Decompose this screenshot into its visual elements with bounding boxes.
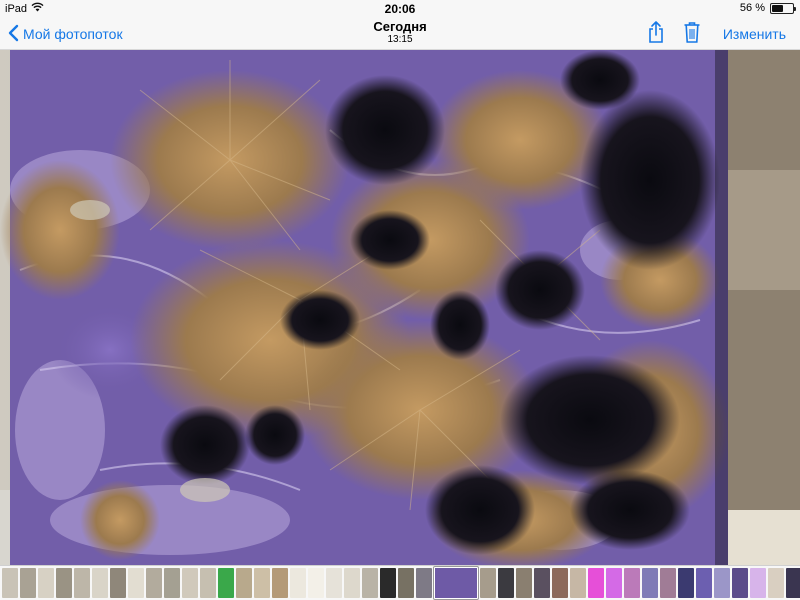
thumbnail[interactable]	[570, 568, 586, 598]
share-button[interactable]	[645, 20, 667, 49]
thumbnail[interactable]	[290, 568, 306, 598]
thumbnail[interactable]	[480, 568, 496, 598]
thumbnail[interactable]	[200, 568, 216, 598]
status-time: 20:06	[384, 2, 416, 16]
nav-actions: Изменить	[645, 20, 786, 49]
thumbnail[interactable]	[218, 568, 234, 598]
thumbnail[interactable]	[498, 568, 514, 598]
thumbnail[interactable]	[552, 568, 568, 598]
thumbnail[interactable]	[254, 568, 270, 598]
thumbnail[interactable]	[588, 568, 604, 598]
thumbnail[interactable]	[642, 568, 658, 598]
thumbnail[interactable]	[750, 568, 766, 598]
thumbnail[interactable]	[714, 568, 730, 598]
thumbnail[interactable]	[110, 568, 126, 598]
thumbnail[interactable]	[660, 568, 676, 598]
thumbnail[interactable]	[56, 568, 72, 598]
thumbnail-strip[interactable]	[0, 565, 800, 600]
thumbnail[interactable]	[20, 568, 36, 598]
thumbnail[interactable]	[362, 568, 378, 598]
delete-button[interactable]	[681, 21, 703, 47]
battery-icon	[770, 2, 796, 14]
back-button-label: Мой фотопоток	[23, 26, 123, 42]
thumbnail[interactable]	[308, 568, 324, 598]
thumbnail[interactable]	[92, 568, 108, 598]
thumbnail[interactable]	[74, 568, 90, 598]
thumbnail[interactable]	[516, 568, 532, 598]
thumbnail[interactable]	[768, 568, 784, 598]
thumbnail[interactable]	[380, 568, 396, 598]
thumbnail[interactable]	[326, 568, 342, 598]
thumbnail[interactable]	[182, 568, 198, 598]
thumbnail[interactable]	[696, 568, 712, 598]
chevron-left-icon	[8, 24, 19, 45]
battery-percentage: 56 %	[739, 2, 765, 14]
photo-viewer[interactable]	[0, 50, 800, 565]
thumbnail[interactable]	[624, 568, 640, 598]
thumbnail[interactable]	[732, 568, 748, 598]
back-button[interactable]: Мой фотопоток	[8, 23, 123, 45]
thumbnail[interactable]	[678, 568, 694, 598]
thumbnail[interactable]	[786, 568, 800, 598]
thumbnail[interactable]	[38, 568, 54, 598]
thumbnail[interactable]	[416, 568, 432, 598]
thumbnail[interactable]	[398, 568, 414, 598]
thumbnail[interactable]	[344, 568, 360, 598]
thumbnail[interactable]	[128, 568, 144, 598]
thumbnail[interactable]	[2, 568, 18, 598]
share-icon	[647, 20, 665, 49]
battery-level-fill	[772, 4, 784, 12]
trash-icon	[683, 20, 701, 49]
thumbnail[interactable]	[236, 568, 252, 598]
edit-button[interactable]: Изменить	[723, 26, 786, 42]
thumbnail[interactable]	[534, 568, 550, 598]
thumbnail[interactable]	[606, 568, 622, 598]
navigation-bar: Мой фотопоток Сегодня 13:15 Изменить	[0, 18, 800, 50]
thumbnail-current[interactable]	[434, 567, 478, 599]
thumbnail[interactable]	[164, 568, 180, 598]
status-right: 56 %	[739, 2, 796, 14]
thumbnail[interactable]	[272, 568, 288, 598]
thumbnail[interactable]	[146, 568, 162, 598]
status-bar: iPad 20:06 56 %	[0, 0, 800, 18]
mineral-photo	[0, 50, 800, 565]
